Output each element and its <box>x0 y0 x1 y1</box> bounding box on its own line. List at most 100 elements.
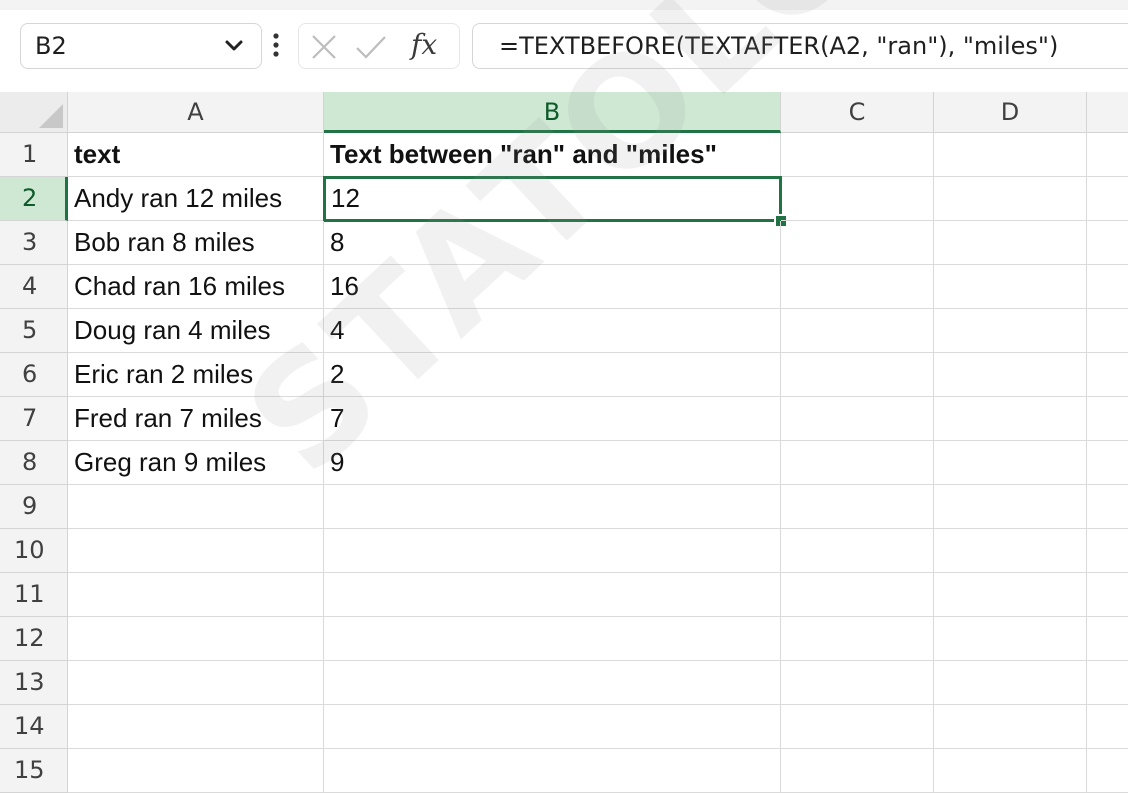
cell-b5[interactable]: 4 <box>324 309 781 353</box>
cell-a1[interactable]: text <box>68 133 324 177</box>
cell-b15[interactable] <box>324 749 781 793</box>
cell-a13[interactable] <box>68 661 324 705</box>
cell-c11[interactable] <box>781 573 934 617</box>
cell-e9[interactable] <box>1087 485 1128 529</box>
cell-e10[interactable] <box>1087 529 1128 573</box>
cell-c9[interactable] <box>781 485 934 529</box>
cell-c7[interactable] <box>781 397 934 441</box>
row-header-9[interactable]: 9 <box>0 485 68 529</box>
cell-a15[interactable] <box>68 749 324 793</box>
row-header-8[interactable]: 8 <box>0 441 68 485</box>
cell-a12[interactable] <box>68 617 324 661</box>
cell-b7[interactable]: 7 <box>324 397 781 441</box>
cell-c8[interactable] <box>781 441 934 485</box>
more-options-icon[interactable] <box>272 30 280 60</box>
chevron-down-icon[interactable] <box>223 38 245 54</box>
cell-b9[interactable] <box>324 485 781 529</box>
cell-c10[interactable] <box>781 529 934 573</box>
checkmark-icon[interactable] <box>355 34 387 60</box>
cell-d7[interactable] <box>934 397 1087 441</box>
row-header-4[interactable]: 4 <box>0 265 68 309</box>
cell-b11[interactable] <box>324 573 781 617</box>
cell-d10[interactable] <box>934 529 1087 573</box>
cell-d14[interactable] <box>934 705 1087 749</box>
row-header-2[interactable]: 2 <box>0 177 68 221</box>
cell-b6[interactable]: 2 <box>324 353 781 397</box>
cell-e8[interactable] <box>1087 441 1128 485</box>
cell-e2[interactable] <box>1087 177 1128 221</box>
cell-d6[interactable] <box>934 353 1087 397</box>
cell-e14[interactable] <box>1087 705 1128 749</box>
cell-e6[interactable] <box>1087 353 1128 397</box>
cell-d3[interactable] <box>934 221 1087 265</box>
cell-a8[interactable]: Greg ran 9 miles <box>68 441 324 485</box>
cell-c4[interactable] <box>781 265 934 309</box>
cell-b8[interactable]: 9 <box>324 441 781 485</box>
row-header-15[interactable]: 15 <box>0 749 68 793</box>
row-header-5[interactable]: 5 <box>0 309 68 353</box>
cell-a7[interactable]: Fred ran 7 miles <box>68 397 324 441</box>
cell-c3[interactable] <box>781 221 934 265</box>
cell-a5[interactable]: Doug ran 4 miles <box>68 309 324 353</box>
cell-a14[interactable] <box>68 705 324 749</box>
row-header-13[interactable]: 13 <box>0 661 68 705</box>
cell-e12[interactable] <box>1087 617 1128 661</box>
cancel-icon[interactable] <box>311 34 337 60</box>
cell-e5[interactable] <box>1087 309 1128 353</box>
cell-d12[interactable] <box>934 617 1087 661</box>
cell-a2[interactable]: Andy ran 12 miles <box>68 177 324 221</box>
cell-e15[interactable] <box>1087 749 1128 793</box>
row-header-6[interactable]: 6 <box>0 353 68 397</box>
cell-a4[interactable]: Chad ran 16 miles <box>68 265 324 309</box>
cell-c5[interactable] <box>781 309 934 353</box>
name-box[interactable]: B2 <box>20 23 262 69</box>
insert-function-icon[interactable]: fx <box>411 23 437 67</box>
cell-e3[interactable] <box>1087 221 1128 265</box>
cell-d15[interactable] <box>934 749 1087 793</box>
row-header-14[interactable]: 14 <box>0 705 68 749</box>
cell-c14[interactable] <box>781 705 934 749</box>
cell-e7[interactable] <box>1087 397 1128 441</box>
cell-c13[interactable] <box>781 661 934 705</box>
column-header-c[interactable]: C <box>781 92 934 133</box>
row-header-10[interactable]: 10 <box>0 529 68 573</box>
cell-b12[interactable] <box>324 617 781 661</box>
row-header-3[interactable]: 3 <box>0 221 68 265</box>
cell-d13[interactable] <box>934 661 1087 705</box>
cell-c15[interactable] <box>781 749 934 793</box>
cell-d9[interactable] <box>934 485 1087 529</box>
column-header-a[interactable]: A <box>68 92 324 133</box>
row-header-1[interactable]: 1 <box>0 133 68 177</box>
cell-a10[interactable] <box>68 529 324 573</box>
cell-b1[interactable]: Text between "ran" and "miles" <box>324 133 781 177</box>
cell-d2[interactable] <box>934 177 1087 221</box>
select-all-button[interactable] <box>0 92 68 133</box>
column-header-b[interactable]: B <box>324 92 781 133</box>
cell-c12[interactable] <box>781 617 934 661</box>
cell-b3[interactable]: 8 <box>324 221 781 265</box>
cell-a6[interactable]: Eric ran 2 miles <box>68 353 324 397</box>
cell-d4[interactable] <box>934 265 1087 309</box>
cell-e13[interactable] <box>1087 661 1128 705</box>
cell-b13[interactable] <box>324 661 781 705</box>
row-header-11[interactable]: 11 <box>0 573 68 617</box>
column-header-next[interactable] <box>1087 92 1128 133</box>
cell-d11[interactable] <box>934 573 1087 617</box>
row-header-7[interactable]: 7 <box>0 397 68 441</box>
cell-e4[interactable] <box>1087 265 1128 309</box>
cell-a11[interactable] <box>68 573 324 617</box>
cell-a3[interactable]: Bob ran 8 miles <box>68 221 324 265</box>
row-header-12[interactable]: 12 <box>0 617 68 661</box>
column-header-d[interactable]: D <box>934 92 1087 133</box>
cell-b4[interactable]: 16 <box>324 265 781 309</box>
cell-d8[interactable] <box>934 441 1087 485</box>
cell-b2[interactable]: 12 <box>323 176 782 222</box>
cell-e1[interactable] <box>1087 133 1128 177</box>
cell-b14[interactable] <box>324 705 781 749</box>
cell-c1[interactable] <box>781 133 934 177</box>
cell-c6[interactable] <box>781 353 934 397</box>
cell-d5[interactable] <box>934 309 1087 353</box>
cell-c2[interactable] <box>781 177 934 221</box>
cell-a9[interactable] <box>68 485 324 529</box>
cell-b10[interactable] <box>324 529 781 573</box>
